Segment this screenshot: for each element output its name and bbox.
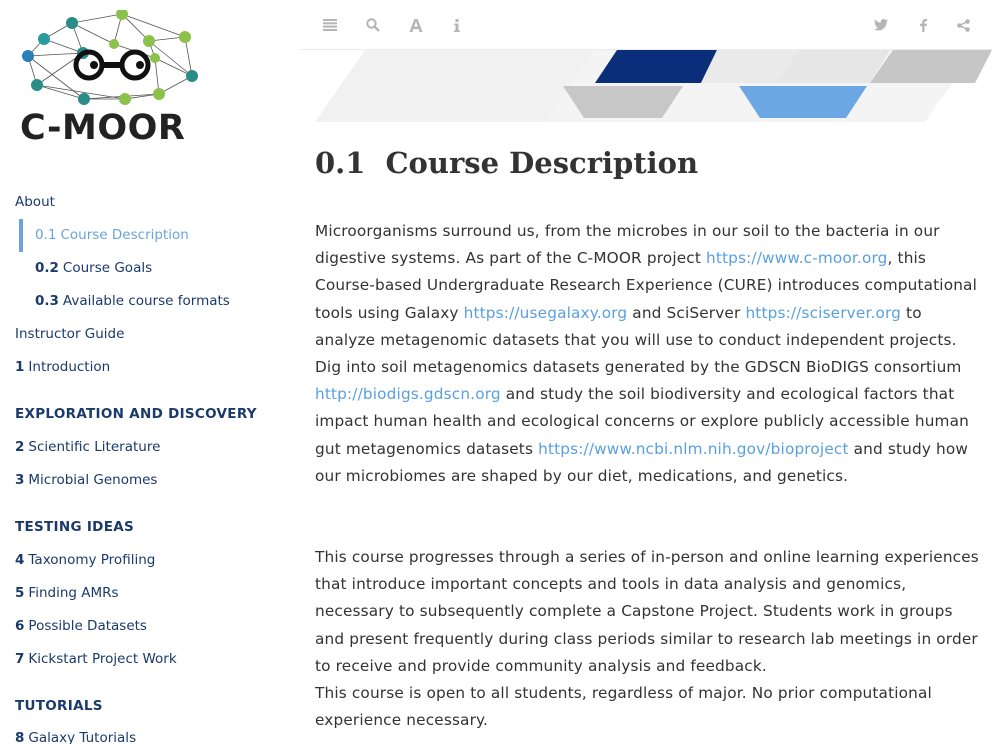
search-icon[interactable] xyxy=(361,13,385,37)
paragraph-course-intro: Microorganisms surround us, from the mic… xyxy=(315,218,980,490)
link-biodigs[interactable]: http://biodigs.gdscn.org xyxy=(315,385,501,403)
sidebar-item-introduction[interactable]: 1 Introduction xyxy=(15,359,110,375)
section-number: 0.1 xyxy=(315,146,366,180)
section-number: 2 xyxy=(15,439,25,455)
toc-toggle-icon[interactable] xyxy=(318,13,342,37)
section-title: Course Description xyxy=(385,146,699,180)
sidebar-item-label: Taxonomy Profiling xyxy=(28,552,156,568)
sidebar-item-label: Instructor Guide xyxy=(15,326,125,342)
link-sciserver[interactable]: https://sciserver.org xyxy=(745,304,901,322)
font-settings-icon[interactable] xyxy=(404,13,428,37)
sidebar-item-course-formats[interactable]: 0.3 Available course formats xyxy=(35,293,230,309)
active-indicator xyxy=(19,219,23,252)
link-c-moor[interactable]: https://www.c-moor.org xyxy=(706,249,888,267)
section-number: 0.2 xyxy=(35,260,59,276)
sidebar-item-label: Finding AMRs xyxy=(28,585,119,601)
link-ncbi-bioproject[interactable]: https://www.ncbi.nlm.nih.gov/bioproject xyxy=(538,440,849,458)
sidebar-item-possible-datasets[interactable]: 6 Possible Datasets xyxy=(15,618,147,634)
toolbar xyxy=(300,0,992,50)
sidebar-item-label: Introduction xyxy=(28,359,111,375)
section-number: 3 xyxy=(15,472,25,488)
section-number: 8 xyxy=(15,730,25,744)
logo-text: C-MOOR xyxy=(20,108,186,148)
page-title: 0.1 Course Description xyxy=(315,146,698,180)
sidebar-item-label: Available course formats xyxy=(62,293,230,309)
sidebar-item-label: Kickstart Project Work xyxy=(28,651,177,667)
sidebar-item-kickstart-project[interactable]: 7 Kickstart Project Work xyxy=(15,651,177,667)
sidebar-item-instructor-guide[interactable]: Instructor Guide xyxy=(15,326,124,342)
section-number: 7 xyxy=(15,651,25,667)
sidebar-item-finding-amrs[interactable]: 5 Finding AMRs xyxy=(15,585,119,601)
sidebar-item-label: About xyxy=(15,194,55,210)
section-number: 1 xyxy=(15,359,25,375)
section-number: 0.1 xyxy=(35,227,57,243)
part-heading-tutorials: TUTORIALS xyxy=(15,698,103,714)
header-banner-graphic xyxy=(315,50,992,122)
sidebar-item-about[interactable]: About xyxy=(15,194,55,210)
sidebar-item-label: Scientific Literature xyxy=(28,439,161,455)
twitter-icon[interactable] xyxy=(869,13,893,37)
sidebar-item-microbial-genomes[interactable]: 3 Microbial Genomes xyxy=(15,472,157,488)
info-icon[interactable] xyxy=(445,13,469,37)
paragraph-course-progression: This course progresses through a series … xyxy=(315,548,979,675)
sidebar: C-MOOR About 0.1 Course Description 0.2 Co… xyxy=(0,0,300,744)
part-heading-exploration: EXPLORATION AND DISCOVERY xyxy=(15,406,257,422)
sidebar-item-label: Course Description xyxy=(60,227,189,243)
sidebar-item-label: Galaxy Tutorials xyxy=(28,730,137,744)
section-number: 6 xyxy=(15,618,25,634)
sidebar-item-course-description[interactable]: 0.1 Course Description xyxy=(35,227,189,243)
link-usegalaxy[interactable]: https://usegalaxy.org xyxy=(464,304,628,322)
sidebar-item-label: Course Goals xyxy=(62,260,153,276)
sidebar-item-label: Possible Datasets xyxy=(28,618,147,634)
sidebar-item-scientific-literature[interactable]: 2 Scientific Literature xyxy=(15,439,160,455)
paragraph-open-to-all: This course is open to all students, reg… xyxy=(315,684,932,730)
paragraph-text: and SciServer xyxy=(627,303,746,322)
section-number: 0.3 xyxy=(35,293,59,309)
facebook-icon[interactable] xyxy=(911,13,935,37)
share-icon[interactable] xyxy=(951,13,975,37)
section-number: 5 xyxy=(15,585,25,601)
sidebar-item-label: Microbial Genomes xyxy=(28,472,158,488)
sidebar-item-course-goals[interactable]: 0.2 Course Goals xyxy=(35,260,152,276)
sidebar-item-galaxy-tutorials[interactable]: 8 Galaxy Tutorials xyxy=(15,730,136,744)
sidebar-item-taxonomy-profiling[interactable]: 4 Taxonomy Profiling xyxy=(15,552,155,568)
part-heading-testing-ideas: TESTING IDEAS xyxy=(15,519,134,535)
section-number: 4 xyxy=(15,552,25,568)
logo[interactable]: C-MOOR xyxy=(0,0,220,160)
